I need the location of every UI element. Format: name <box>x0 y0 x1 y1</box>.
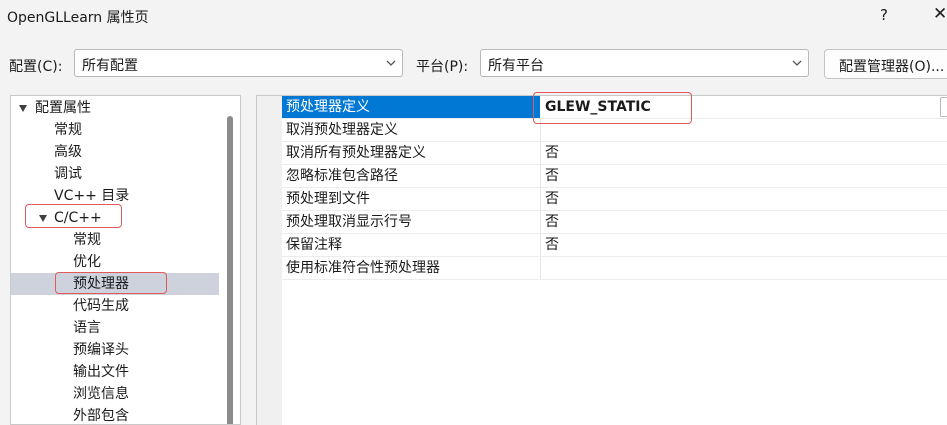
tree-item-optimization[interactable]: 优化 <box>11 251 219 273</box>
tree-item-label: 常规 <box>54 122 82 138</box>
tree-item-label: 代码生成 <box>73 298 129 314</box>
chevron-down-icon <box>792 60 802 66</box>
tree-item-label: 高级 <box>54 144 82 160</box>
annotation-highlight-preprocessor <box>55 272 167 294</box>
tree-item-label: 浏览信息 <box>73 386 129 402</box>
property-tree: 配置属性 常规 高级 调试 VC++ 目录 C/C++ 常规 优化 预处理器 代… <box>10 95 241 425</box>
annotation-highlight-value <box>533 92 692 124</box>
tree-item-config-properties[interactable]: 配置属性 <box>11 97 219 119</box>
column-divider <box>540 188 541 210</box>
tree-item-label: 预编译头 <box>73 342 129 358</box>
tree-item-label: 输出文件 <box>73 364 129 380</box>
close-icon[interactable]: ✕ <box>933 4 947 24</box>
property-value[interactable]: 否 <box>545 188 559 210</box>
tree-item-general[interactable]: 常规 <box>11 119 219 141</box>
help-button[interactable]: ? <box>880 6 888 24</box>
tree-scrollbar[interactable] <box>227 116 233 424</box>
tree-item-debugging[interactable]: 调试 <box>11 163 219 185</box>
column-divider <box>540 234 541 256</box>
property-name: 预处理到文件 <box>286 191 370 207</box>
property-value[interactable]: 否 <box>545 142 559 164</box>
config-dropdown-value: 所有配置 <box>82 58 138 74</box>
tree-item-cpp-general[interactable]: 常规 <box>11 229 219 251</box>
config-manager-button[interactable]: 配置管理器(O)... <box>824 49 947 79</box>
window-title: OpenGLLearn 属性页 <box>7 10 149 26</box>
column-divider <box>540 142 541 164</box>
tree-item-label: 语言 <box>73 320 101 336</box>
tree-item-output-files[interactable]: 输出文件 <box>11 361 219 383</box>
tree-item-browse-information[interactable]: 浏览信息 <box>11 383 219 405</box>
platform-dropdown[interactable]: 所有平台 <box>480 49 809 77</box>
property-name: 保留注释 <box>286 237 342 253</box>
property-name: 取消预处理器定义 <box>286 122 398 138</box>
property-grid: 预处理器定义 GLEW_STATIC 取消预处理器定义 取消所有预处理器定义 否… <box>256 95 947 425</box>
chevron-down-icon <box>386 60 396 66</box>
tree-item-label: 优化 <box>73 254 101 270</box>
property-value[interactable]: 否 <box>545 165 559 187</box>
grid-gutter <box>257 96 282 425</box>
property-row-preprocess-to-file[interactable]: 预处理到文件 否 <box>282 188 947 211</box>
title-bar: OpenGLLearn 属性页 ? ✕ <box>0 0 947 32</box>
tree-item-code-generation[interactable]: 代码生成 <box>11 295 219 317</box>
platform-dropdown-value: 所有平台 <box>488 58 544 74</box>
property-name: 使用标准符合性预处理器 <box>286 260 440 276</box>
annotation-highlight-cpp <box>25 204 122 228</box>
property-name: 预处理取消显示行号 <box>286 214 412 230</box>
property-value[interactable]: 否 <box>545 234 559 256</box>
tree-item-advanced[interactable]: 高级 <box>11 141 219 163</box>
tree-item-external-includes[interactable]: 外部包含 <box>11 405 219 424</box>
property-row-suppress-line-numbers[interactable]: 预处理取消显示行号 否 <box>282 211 947 234</box>
config-manager-label: 配置管理器(O)... <box>839 59 945 75</box>
config-label: 配置(C): <box>9 59 63 75</box>
expand-icon[interactable] <box>19 105 27 112</box>
property-row-ignore-standard-include[interactable]: 忽略标准包含路径 否 <box>282 165 947 188</box>
platform-label: 平台(P): <box>416 59 469 75</box>
tree-item-precompiled-headers[interactable]: 预编译头 <box>11 339 219 361</box>
property-row-conformant-preprocessor[interactable]: 使用标准符合性预处理器 <box>282 257 947 280</box>
column-divider <box>540 257 541 279</box>
tree-item-label: 常规 <box>73 232 101 248</box>
tree-item-label: 配置属性 <box>35 100 91 116</box>
property-value[interactable]: 否 <box>545 211 559 233</box>
tree-item-label: 外部包含 <box>73 408 129 424</box>
property-name: 预处理器定义 <box>286 99 370 115</box>
property-row-undefine-all[interactable]: 取消所有预处理器定义 否 <box>282 142 947 165</box>
property-name: 忽略标准包含路径 <box>286 168 398 184</box>
tree-item-label: 调试 <box>54 166 82 182</box>
column-divider <box>540 165 541 187</box>
edit-dropdown-button[interactable] <box>940 97 947 117</box>
config-dropdown[interactable]: 所有配置 <box>74 49 403 77</box>
property-name: 取消所有预处理器定义 <box>286 145 426 161</box>
column-divider <box>540 211 541 233</box>
tree-item-language[interactable]: 语言 <box>11 317 219 339</box>
property-row-keep-comments[interactable]: 保留注释 否 <box>282 234 947 257</box>
